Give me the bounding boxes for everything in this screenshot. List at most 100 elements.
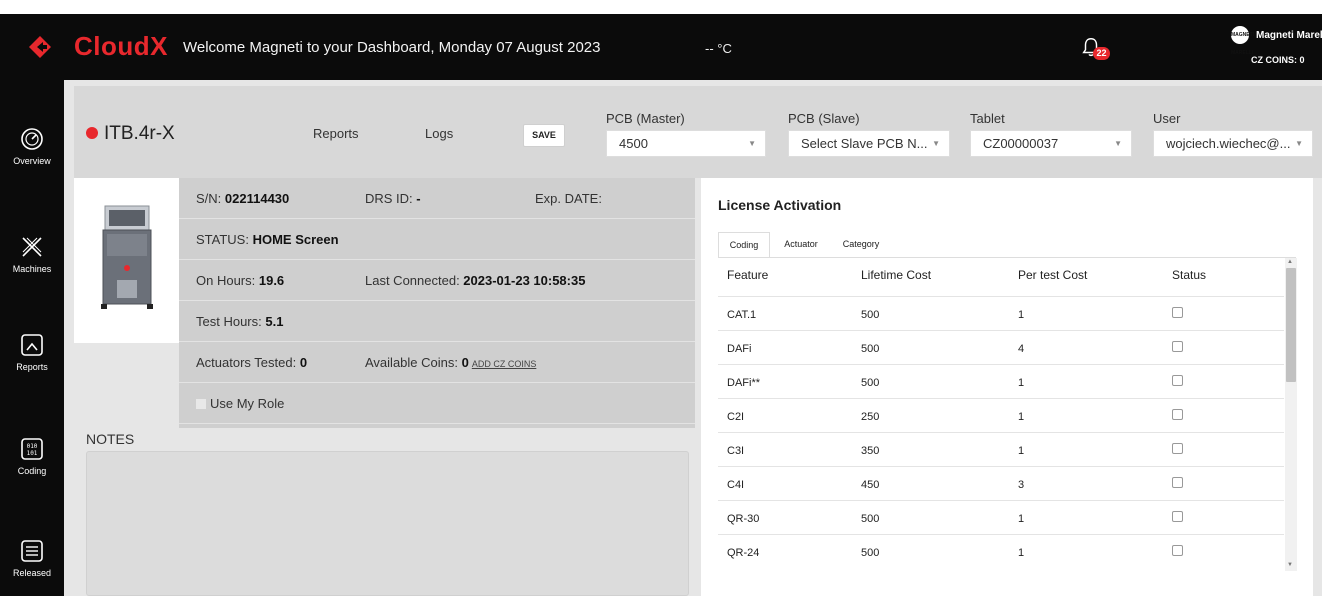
welcome-message: Welcome Magneti to your Dashboard, Monda… bbox=[183, 39, 601, 56]
info-row: Use My Role bbox=[179, 383, 695, 424]
gauge-icon bbox=[21, 128, 43, 150]
feature-cell: QR-24 bbox=[727, 547, 760, 559]
per-test-cost-cell: 1 bbox=[1018, 547, 1025, 559]
pcb-master-value: 4500 bbox=[619, 136, 648, 151]
per-test-cost-cell: 1 bbox=[1018, 513, 1025, 525]
machine-title: ITB.4r-X bbox=[104, 123, 175, 144]
pcb-slave-value: Select Slave PCB N... bbox=[801, 136, 928, 151]
drs-id: DRS ID: - bbox=[365, 191, 421, 206]
exp-date: Exp. DATE: bbox=[535, 191, 602, 206]
column-header-per-test-cost: Per test Cost bbox=[1018, 268, 1088, 282]
machine-status-dot bbox=[86, 127, 98, 139]
lifetime-cost-cell: 500 bbox=[861, 343, 880, 355]
feature-cell: C4I bbox=[727, 479, 745, 491]
status-checkbox[interactable] bbox=[1172, 307, 1183, 318]
tablet-value: CZ00000037 bbox=[983, 136, 1059, 151]
lifetime-cost-cell: 500 bbox=[861, 513, 880, 525]
last-connected: Last Connected: 2023-01-23 10:58:35 bbox=[365, 273, 586, 288]
top-bar: CloudX Welcome Magneti to your Dashboard… bbox=[0, 14, 1322, 80]
brand-logo-text[interactable]: CloudX bbox=[74, 31, 168, 62]
lifetime-cost-cell: 250 bbox=[861, 411, 880, 423]
test-hours: Test Hours: 5.1 bbox=[196, 314, 284, 329]
column-header-status: Status bbox=[1172, 268, 1207, 282]
reports-link[interactable]: Reports bbox=[313, 126, 359, 141]
chevron-down-icon: ▼ bbox=[1114, 139, 1122, 148]
tab-actuator[interactable]: Actuator bbox=[775, 232, 827, 258]
status-checkbox[interactable] bbox=[1172, 511, 1183, 522]
lifetime-cost-cell: 500 bbox=[861, 309, 880, 321]
coins-balance: CZ COINS: 0 bbox=[1251, 55, 1305, 65]
notes-textarea[interactable] bbox=[86, 451, 689, 596]
user-select[interactable]: wojciech.wiechec@... ▼ bbox=[1153, 130, 1313, 157]
status-checkbox[interactable] bbox=[1172, 341, 1183, 352]
info-row: On Hours: 19.6 Last Connected: 2023-01-2… bbox=[179, 260, 695, 301]
per-test-cost-cell: 3 bbox=[1018, 479, 1025, 491]
list-icon bbox=[21, 540, 43, 562]
table-row: C4I 450 3 bbox=[718, 466, 1284, 500]
table-row: C2I 250 1 bbox=[718, 398, 1284, 432]
feature-cell: C2I bbox=[727, 411, 745, 423]
status-checkbox[interactable] bbox=[1172, 375, 1183, 386]
tablet-select[interactable]: CZ00000037 ▼ bbox=[970, 130, 1132, 157]
on-hours: On Hours: 19.6 bbox=[196, 273, 285, 288]
svg-text:101: 101 bbox=[27, 450, 38, 457]
user-label: User bbox=[1153, 111, 1181, 126]
status-checkbox[interactable] bbox=[1172, 409, 1183, 420]
sidebar-item-machines[interactable]: Machines bbox=[0, 235, 64, 274]
binary-icon: 010 101 bbox=[21, 438, 43, 460]
feature-cell: C3I bbox=[727, 445, 745, 457]
status-checkbox[interactable] bbox=[1172, 545, 1183, 556]
save-button[interactable]: SAVE bbox=[523, 124, 565, 147]
pcb-master-select[interactable]: 4500 ▼ bbox=[606, 130, 766, 157]
sidebar-item-overview[interactable]: Overview bbox=[0, 127, 64, 166]
svg-text:010: 010 bbox=[27, 443, 38, 450]
use-my-role-checkbox[interactable]: Use My Role bbox=[196, 396, 284, 411]
sidebar-item-label: Coding bbox=[17, 466, 47, 476]
tab-coding[interactable]: Coding bbox=[718, 232, 770, 258]
user-value: wojciech.wiechec@... bbox=[1166, 136, 1291, 151]
sidebar-item-reports[interactable]: Reports bbox=[0, 333, 64, 372]
status-checkbox[interactable] bbox=[1172, 443, 1183, 454]
lifetime-cost-cell: 500 bbox=[861, 377, 880, 389]
logs-link[interactable]: Logs bbox=[425, 126, 453, 141]
notes-label: NOTES bbox=[86, 431, 135, 447]
scroll-down-icon[interactable]: ▼ bbox=[1287, 562, 1293, 568]
pcb-slave-label: PCB (Slave) bbox=[788, 111, 860, 126]
feature-cell: QR-30 bbox=[727, 513, 760, 525]
per-test-cost-cell: 4 bbox=[1018, 343, 1025, 355]
serial-number: S/N: 022114430 bbox=[196, 191, 290, 206]
chart-icon bbox=[21, 334, 43, 356]
sidebar-item-released[interactable]: Released bbox=[0, 539, 64, 578]
column-header-lifetime-cost: Lifetime Cost bbox=[861, 268, 932, 282]
table-row: DAFi 500 4 bbox=[718, 330, 1284, 364]
scrollbar-thumb[interactable] bbox=[1286, 268, 1296, 382]
x-logo-icon bbox=[22, 237, 42, 257]
per-test-cost-cell: 1 bbox=[1018, 377, 1025, 389]
machine-picture-icon bbox=[101, 205, 153, 309]
machine-status: STATUS: HOME Screen bbox=[196, 232, 339, 247]
sidebar-item-label: Reports bbox=[16, 362, 48, 372]
column-header-feature: Feature bbox=[727, 268, 769, 282]
checkbox-icon bbox=[196, 399, 206, 409]
lifetime-cost-cell: 350 bbox=[861, 445, 880, 457]
sidebar-item-coding[interactable]: 010 101 Coding bbox=[0, 437, 64, 476]
company-name[interactable]: Magneti Marelli bbox=[1256, 30, 1322, 41]
info-row: S/N: 022114430 DRS ID: - Exp. DATE: bbox=[179, 178, 695, 219]
lifetime-cost-cell: 500 bbox=[861, 547, 880, 559]
cloudx-logo-icon[interactable] bbox=[28, 35, 52, 59]
status-checkbox[interactable] bbox=[1172, 477, 1183, 488]
per-test-cost-cell: 1 bbox=[1018, 309, 1025, 321]
sidebar: Overview Machines Reports 010 101 Coding… bbox=[0, 80, 64, 596]
license-title: License Activation bbox=[718, 197, 842, 213]
company-logo: MAGNETI MARELLI bbox=[1231, 26, 1254, 56]
table-row: QR-24 500 1 bbox=[718, 534, 1284, 568]
scroll-up-icon[interactable]: ▲ bbox=[1287, 259, 1293, 265]
table-row: QR-30 500 1 bbox=[718, 500, 1284, 534]
notification-count-badge: 22 bbox=[1093, 47, 1110, 60]
per-test-cost-cell: 1 bbox=[1018, 445, 1025, 457]
pcb-slave-select[interactable]: Select Slave PCB N... ▼ bbox=[788, 130, 950, 157]
tab-category[interactable]: Category bbox=[835, 232, 887, 258]
sidebar-item-label: Overview bbox=[13, 156, 51, 166]
table-row: C3I 350 1 bbox=[718, 432, 1284, 466]
add-coins-link[interactable]: ADD CZ COINS bbox=[472, 359, 537, 369]
